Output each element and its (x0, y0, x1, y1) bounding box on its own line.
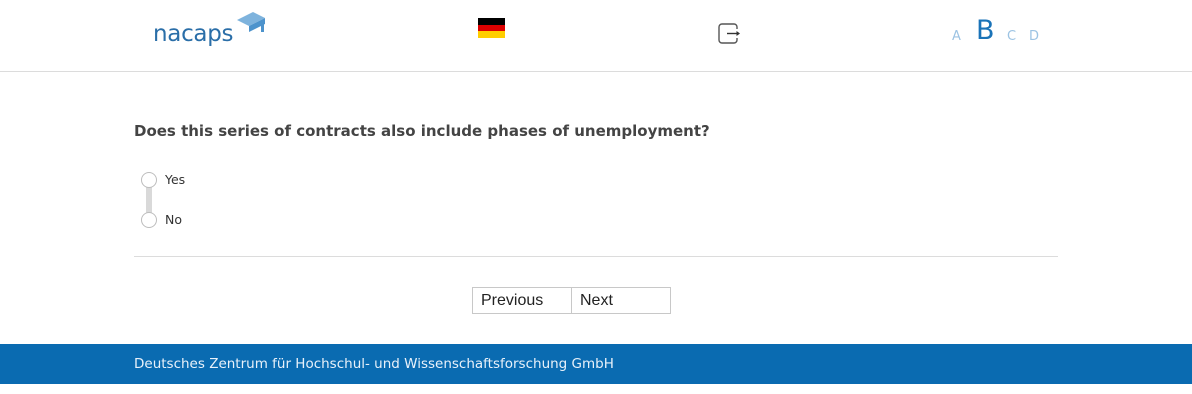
graduation-cap-icon (237, 12, 265, 32)
footer: Deutsches Zentrum für Hochschul- und Wis… (0, 344, 1192, 384)
logo-text: nacaps (153, 21, 234, 47)
header: nacaps A B C D (0, 0, 1192, 72)
german-flag-icon[interactable] (478, 18, 505, 38)
radio-yes[interactable] (141, 172, 157, 188)
answer-options: Yes No (140, 170, 340, 230)
font-size-a[interactable]: A (952, 29, 961, 44)
footer-text: Deutsches Zentrum für Hochschul- und Wis… (134, 356, 614, 372)
option-label-yes[interactable]: Yes (165, 172, 185, 187)
next-button[interactable]: Next (571, 287, 671, 314)
previous-button[interactable]: Previous (472, 287, 572, 314)
question-text: Does this series of contracts also inclu… (134, 122, 710, 140)
logout-icon[interactable] (718, 23, 741, 44)
font-size-c[interactable]: C (1007, 29, 1016, 44)
font-size-b[interactable]: B (976, 15, 995, 46)
option-label-no[interactable]: No (165, 212, 182, 227)
radio-no[interactable] (141, 212, 157, 228)
divider (134, 256, 1058, 257)
font-size-d[interactable]: D (1029, 29, 1039, 44)
